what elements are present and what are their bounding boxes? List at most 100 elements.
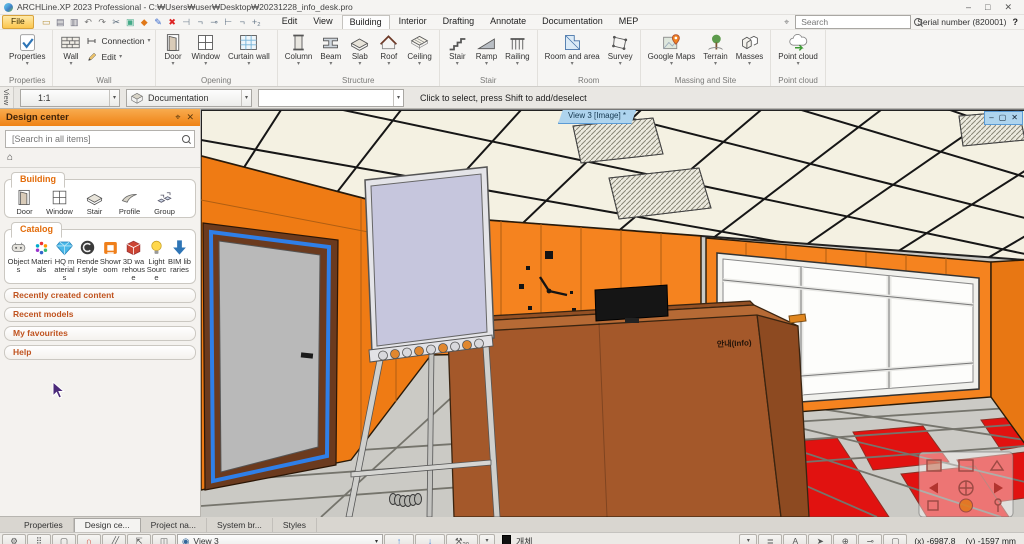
- section-recently-created[interactable]: Recently created content: [4, 287, 196, 303]
- undo-icon[interactable]: ↶: [82, 16, 95, 28]
- snap-corner-icon[interactable]: ¬: [194, 16, 207, 28]
- menu-annotate[interactable]: Annotate: [483, 15, 533, 29]
- move-down-icon[interactable]: ↓: [415, 533, 445, 544]
- scale-combo[interactable]: 1:1 ▾: [20, 88, 120, 107]
- dc-item-hq-materials[interactable]: HQ materials: [53, 238, 76, 282]
- pencil-icon[interactable]: ✎: [152, 16, 165, 28]
- hammer-dropdown-icon[interactable]: ▾: [479, 533, 495, 544]
- marquee-select-icon[interactable]: ▢: [52, 533, 76, 544]
- room-and-area-button[interactable]: Room and area ▾: [542, 31, 603, 68]
- dropdown-icon[interactable]: ▾: [739, 533, 758, 544]
- close-button[interactable]: ✕: [1004, 2, 1012, 13]
- tab-design-center[interactable]: Design ce...: [73, 518, 141, 532]
- delete-icon[interactable]: ✖: [166, 16, 179, 28]
- wall-button[interactable]: Wall ▾: [57, 31, 84, 68]
- google-maps-button[interactable]: Google Maps ▾: [645, 31, 699, 68]
- snap-plus-icon[interactable]: +₂: [250, 16, 263, 28]
- section-help[interactable]: Help: [4, 344, 196, 360]
- dc-item-door[interactable]: Door: [7, 188, 42, 216]
- selection-frame-icon[interactable]: ▢: [883, 533, 908, 544]
- design-center-search-input[interactable]: [10, 133, 182, 145]
- search-box[interactable]: [795, 15, 923, 29]
- tab-project-navigator[interactable]: Project na...: [141, 518, 207, 532]
- edit-button[interactable]: Edit ▾: [86, 51, 150, 63]
- masses-button[interactable]: Masses ▾: [733, 31, 767, 68]
- search-input[interactable]: [799, 16, 915, 28]
- minimize-button[interactable]: –: [966, 2, 971, 13]
- reception-desk[interactable]: [443, 300, 810, 517]
- tab-system-browser[interactable]: System br...: [207, 518, 273, 532]
- curtain-wall-button[interactable]: Curtain wall ▾: [225, 31, 273, 68]
- dc-item-window[interactable]: Window: [42, 188, 77, 216]
- menu-documentation[interactable]: Documentation: [535, 15, 610, 29]
- viewport-minimize-icon[interactable]: –: [989, 112, 993, 124]
- menu-interior[interactable]: Interior: [392, 15, 434, 29]
- menu-building[interactable]: Building: [341, 15, 390, 29]
- tab-styles[interactable]: Styles: [273, 518, 318, 532]
- viewport-close-icon[interactable]: ✕: [1011, 112, 1018, 124]
- settings-icon[interactable]: ⚙: [2, 533, 26, 544]
- redo-icon[interactable]: ↷: [96, 16, 109, 28]
- brush-icon[interactable]: ◆: [138, 16, 151, 28]
- roof-button[interactable]: Roof ▾: [375, 31, 402, 68]
- properties-button[interactable]: Properties ▾: [6, 31, 48, 68]
- grid-snap-icon[interactable]: ⠿: [27, 533, 51, 544]
- section-box-icon[interactable]: ◫: [152, 533, 176, 544]
- viewport-canvas[interactable]: 안내(Info): [201, 110, 1024, 517]
- print-icon[interactable]: ▥: [68, 16, 81, 28]
- dc-item-profile[interactable]: Profile: [112, 188, 147, 216]
- menu-mep[interactable]: MEP: [612, 15, 646, 29]
- image-icon[interactable]: ▣: [124, 16, 137, 28]
- home-icon[interactable]: ⌂: [7, 152, 13, 163]
- help-icon[interactable]: ?: [1013, 17, 1019, 27]
- snap-perpendicular-icon[interactable]: ⊣: [180, 16, 193, 28]
- active-view-combo[interactable]: ◉ View 3 ▾: [177, 533, 383, 544]
- viewport-restore-icon[interactable]: ▢: [999, 112, 1007, 124]
- survey-button[interactable]: Survey ▾: [605, 31, 636, 68]
- column-button[interactable]: Column ▾: [282, 31, 316, 68]
- dc-item-3d-warehouse[interactable]: 3D warehouse: [122, 238, 145, 282]
- beam-button[interactable]: Beam ▾: [317, 31, 344, 68]
- save-icon[interactable]: ▤: [54, 16, 67, 28]
- selection-filter-combo[interactable]: ▾: [258, 88, 404, 107]
- move-up-icon[interactable]: ↑: [384, 533, 414, 544]
- menu-edit[interactable]: Edit: [275, 15, 305, 29]
- snap-angle-icon[interactable]: ¬: [236, 16, 249, 28]
- dc-item-light-source[interactable]: Light Source: [145, 238, 168, 282]
- tab-building[interactable]: Building: [11, 172, 65, 188]
- navigation-widget[interactable]: [918, 451, 1014, 517]
- segment-icon[interactable]: ⊸: [858, 533, 883, 544]
- close-icon[interactable]: ✕: [186, 112, 194, 123]
- compass-icon[interactable]: ➤: [808, 533, 833, 544]
- section-recent-models[interactable]: Recent models: [4, 306, 196, 322]
- railing-button[interactable]: Railing ▾: [502, 31, 532, 68]
- viewport-tab[interactable]: View 3 [Image] *: [558, 110, 636, 124]
- direction-icon[interactable]: A: [783, 533, 808, 544]
- search-icon[interactable]: [182, 135, 190, 143]
- point-cloud-button[interactable]: Point cloud ▾: [775, 31, 821, 68]
- connection-button[interactable]: Connection ▾: [86, 35, 151, 47]
- search-icon[interactable]: [914, 18, 923, 26]
- design-center-search[interactable]: [5, 130, 195, 148]
- menu-view[interactable]: View: [306, 15, 339, 29]
- globe-icon[interactable]: ⊕: [833, 533, 858, 544]
- dc-item-materials[interactable]: Materials: [30, 238, 53, 282]
- door-button[interactable]: Door ▾: [160, 31, 187, 68]
- dc-item-render-style[interactable]: Render style: [76, 238, 99, 282]
- viewport[interactable]: 안내(Info) View 3 [Image] * – ▢ ✕: [201, 109, 1024, 517]
- pin-icon[interactable]: ⌖: [784, 17, 789, 28]
- menu-drafting[interactable]: Drafting: [436, 15, 482, 29]
- desk-accessory[interactable]: [788, 313, 807, 324]
- open-folder-icon[interactable]: ▭: [40, 16, 53, 28]
- viewport-window-controls[interactable]: – ▢ ✕: [984, 111, 1023, 125]
- dc-item-group[interactable]: Group: [147, 188, 182, 216]
- dc-item-bim-libraries[interactable]: BIM libraries: [168, 238, 191, 282]
- section-my-favourites[interactable]: My favourites: [4, 325, 196, 341]
- snap-endpoint-icon[interactable]: ⊢: [222, 16, 235, 28]
- cursor-select-icon[interactable]: ⇱: [127, 533, 151, 544]
- layers-icon[interactable]: ≣: [758, 533, 783, 544]
- angle-rays-icon[interactable]: ╱╱: [102, 533, 126, 544]
- window-button[interactable]: Window ▾: [189, 31, 223, 68]
- view-side-tab[interactable]: View: [0, 87, 14, 108]
- pin-icon[interactable]: ⌖: [175, 112, 180, 123]
